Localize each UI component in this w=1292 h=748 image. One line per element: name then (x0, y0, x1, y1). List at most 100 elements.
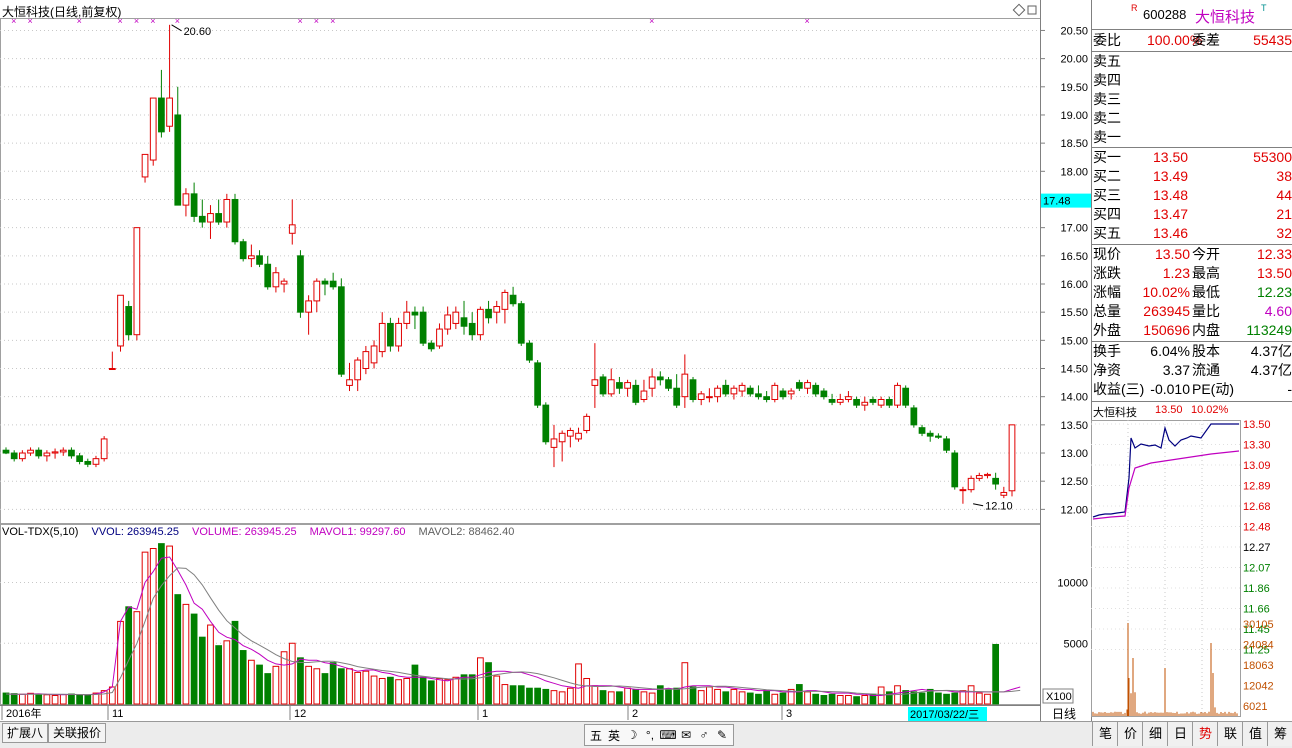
candle-body (363, 352, 369, 369)
volume-bar (191, 614, 197, 704)
ime-button[interactable]: ⌨ (659, 728, 677, 742)
stat-label: 股本 (1192, 342, 1220, 361)
ime-button[interactable]: ✎ (713, 728, 731, 742)
tab-related-quotes[interactable]: 关联报价 (48, 723, 106, 743)
stat-value: 1.23 (1163, 264, 1190, 283)
candle-body (518, 304, 524, 343)
kline-chart[interactable]: 20.5020.0019.5019.0018.5018.0017.5017.00… (0, 0, 1092, 721)
candle-body (715, 388, 721, 396)
panel-tab-4[interactable]: 势 (1192, 722, 1218, 746)
volume-bar (265, 674, 271, 704)
mini-chart-price: 13.50 (1155, 404, 1183, 416)
price-tick-label: 17.00 (1060, 223, 1088, 235)
tab-extend[interactable]: 扩展八 (2, 723, 48, 743)
candle-body (633, 385, 639, 402)
candle-body (428, 343, 434, 349)
volume-bar (494, 676, 500, 704)
price-tick-label: 20.00 (1060, 54, 1088, 66)
candle-body (617, 383, 623, 389)
candle-body (486, 309, 492, 317)
ime-button[interactable]: ♂ (695, 728, 713, 742)
volume-bar (330, 663, 336, 704)
volume-bar (36, 694, 42, 704)
stat-label: PE(动) (1192, 380, 1234, 399)
panel-tab-0[interactable]: 笔 (1092, 722, 1118, 746)
candle-body (314, 281, 320, 301)
stock-code: 600288 (1143, 7, 1186, 22)
ime-button[interactable]: °, (641, 728, 659, 742)
panel-tab-2[interactable]: 细 (1142, 722, 1168, 746)
candle-body (527, 343, 533, 360)
panel-tab-1[interactable]: 价 (1117, 722, 1143, 746)
ime-button[interactable]: ✉ (677, 728, 695, 742)
volume-bar (224, 641, 230, 704)
buy-volume: 32 (1276, 224, 1292, 243)
volume-bar (404, 678, 410, 704)
panel-tab-6[interactable]: 值 (1242, 722, 1268, 746)
volume-bar (412, 665, 418, 704)
buy-price: 13.48 (1153, 186, 1188, 205)
price-tick-label: 12.00 (1060, 504, 1088, 516)
intraday-volume-label: 12042 (1243, 681, 1274, 693)
candle-body (976, 476, 982, 479)
volume-bar (657, 686, 663, 704)
candle-body (445, 315, 451, 329)
volume-bar (298, 658, 304, 704)
stat-row: 涨幅 10.02% 最低 12.23 (1091, 283, 1292, 302)
volume-bar (698, 691, 704, 704)
volume-bar (19, 694, 25, 704)
price-tick-label: 13.00 (1060, 448, 1088, 460)
candle-body (126, 307, 132, 335)
current-price-label: 17.48 (1043, 196, 1071, 208)
weibi-label: 委比 (1093, 31, 1121, 50)
candle-body (453, 312, 459, 323)
candle-body (257, 256, 263, 264)
volume-bar (707, 687, 713, 704)
candle-body (412, 312, 418, 315)
panel-tab-5[interactable]: 联 (1217, 722, 1243, 746)
candle-body (584, 416, 590, 430)
ime-button[interactable]: ☽ (623, 728, 641, 742)
buy-row: 买四 13.47 21 (1091, 205, 1292, 224)
buy-label: 买一 (1093, 148, 1121, 167)
panel-tab-7[interactable]: 筹 (1267, 722, 1292, 746)
info-mark: × (805, 16, 810, 26)
volume-bar (829, 694, 835, 704)
candle-body (437, 329, 443, 346)
candle-body (747, 388, 753, 394)
volume-bar (559, 692, 565, 704)
candle-body (559, 433, 565, 441)
intraday-chart[interactable]: 13.50 13.30 13.09 12.89 12.68 12.48 12.27 12.07… (1091, 418, 1292, 718)
sell-row: 卖五 (1091, 52, 1292, 71)
sell-row: 卖二 (1091, 109, 1292, 128)
stat-row: 净资 3.37 流通 4.37亿 (1091, 361, 1292, 380)
volume-bar (715, 689, 721, 704)
vvol-value: VVOL: 263945.25 (91, 526, 178, 538)
volume-bar (527, 688, 533, 704)
candle-body (567, 430, 573, 436)
candle-body (805, 383, 811, 389)
candle-body (142, 154, 148, 177)
ime-button[interactable]: 五 (587, 727, 605, 744)
candle-body (911, 408, 917, 425)
ime-toolbar[interactable]: 五英 ☽ °, ⌨ ✉ ♂ ✎ (584, 724, 734, 746)
candle-body (829, 399, 835, 402)
sell-row: 卖一 (1091, 128, 1292, 147)
candle-body (118, 295, 124, 346)
intraday-price-label: 11.86 (1243, 583, 1270, 595)
panel-tab-3[interactable]: 日 (1167, 722, 1193, 746)
candle-body (265, 264, 271, 287)
candle-body (1009, 425, 1015, 491)
intraday-price-label: 12.27 (1243, 542, 1271, 554)
buy-volume: 21 (1276, 205, 1292, 224)
price-tick-label: 18.00 (1060, 166, 1088, 178)
ime-button[interactable]: 英 (605, 727, 623, 744)
volume-bar (764, 691, 770, 704)
stat-value: 12.33 (1257, 245, 1292, 264)
candle-body (199, 216, 205, 222)
candle-body (109, 369, 115, 370)
sell-row: 卖三 (1091, 90, 1292, 109)
candle-body (780, 391, 786, 397)
volume-bar (167, 546, 173, 704)
volume-bar (388, 677, 394, 704)
